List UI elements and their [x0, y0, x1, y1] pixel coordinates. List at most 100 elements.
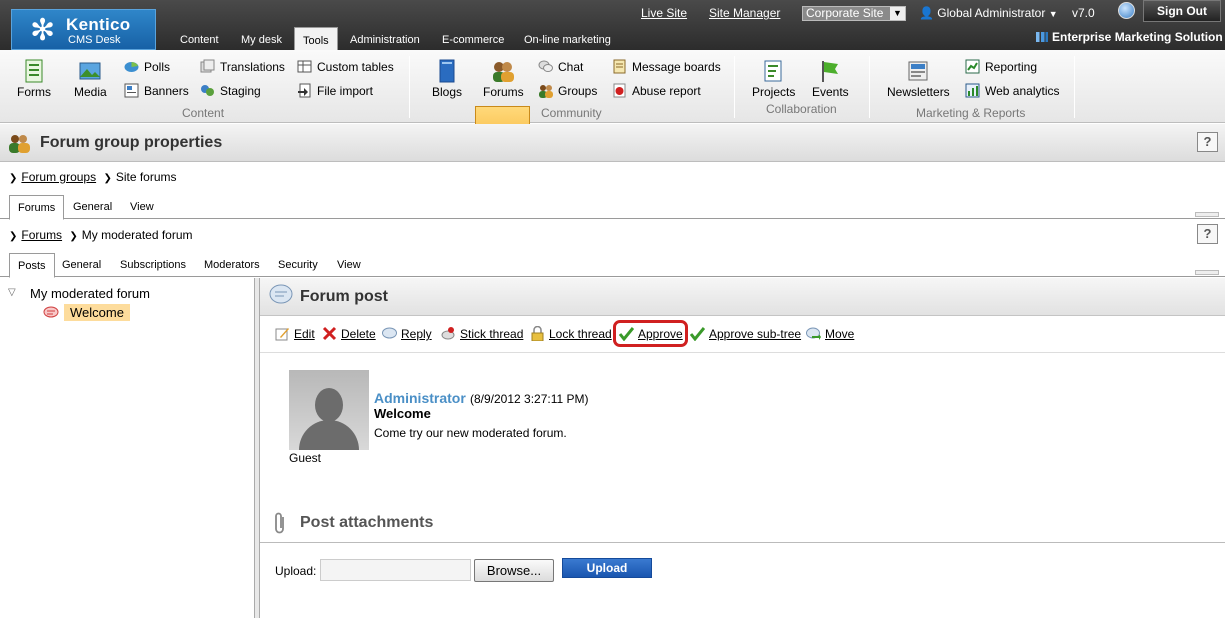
ribbon-label: Banners [144, 84, 189, 98]
collapse-handle[interactable] [1195, 212, 1219, 217]
live-site-link[interactable]: Live Site [641, 6, 687, 20]
chevron-right-icon: ❯ [69, 231, 78, 242]
breadcrumb-forum-groups-link[interactable]: Forum groups [21, 170, 96, 184]
ribbon-label: Media [74, 85, 107, 99]
ribbon-groups-button[interactable]: Groups [538, 82, 597, 100]
tab-posts[interactable]: Posts [9, 253, 55, 278]
ribbon-forms-button[interactable]: Forms [17, 59, 51, 99]
abuse-report-icon [613, 83, 626, 98]
tab-view[interactable]: View [130, 201, 154, 213]
action-label: Lock thread [549, 327, 612, 341]
site-manager-link[interactable]: Site Manager [709, 6, 780, 20]
collapse-handle[interactable] [1195, 270, 1219, 275]
tab-security[interactable]: Security [278, 259, 318, 271]
ribbon-file-import-button[interactable]: File import [297, 82, 373, 100]
logo-product: CMS Desk [68, 34, 121, 46]
ribbon-separator [869, 56, 870, 118]
ribbon-forums-label-wrap[interactable]: Forums [483, 59, 524, 99]
help-button[interactable]: ? [1197, 132, 1218, 152]
tab-subscriptions[interactable]: Subscriptions [120, 259, 186, 271]
ribbon-label: Blogs [432, 85, 463, 99]
ribbon-separator [1074, 56, 1075, 118]
ribbon-polls-button[interactable]: Polls [124, 58, 170, 76]
kentico-flake-icon: ✻ [30, 14, 56, 47]
ribbon-media-button[interactable]: Media [74, 59, 107, 99]
approve-highlight [613, 320, 688, 347]
tab-general[interactable]: General [73, 201, 112, 213]
site-selector[interactable]: Corporate Site ▼ [802, 6, 906, 21]
ribbon-group-collaboration: Collaboration [766, 102, 837, 116]
ribbon-label: Custom tables [317, 60, 394, 74]
ribbon-message-boards-button[interactable]: Message boards [612, 58, 721, 76]
media-icon [79, 62, 101, 80]
main-tab-administration[interactable]: Administration [350, 34, 420, 46]
breadcrumb-forums-link[interactable]: Forums [21, 228, 62, 242]
sign-out-button[interactable]: Sign Out [1143, 0, 1221, 22]
ribbon-newsletters-button[interactable]: Newsletters [887, 59, 950, 99]
page-header: Forum group properties ? [0, 124, 1225, 162]
lock-thread-action[interactable]: Lock thread [530, 326, 612, 341]
main-tab-e-commerce[interactable]: E-commerce [442, 34, 504, 46]
tree-expand-icon[interactable]: ▽ [8, 287, 16, 298]
avatar [289, 370, 369, 450]
action-label: Delete [341, 327, 376, 341]
ribbon-chat-button[interactable]: Chat [538, 58, 583, 76]
move-action[interactable]: Move [806, 326, 854, 341]
tab-forums[interactable]: Forums [9, 195, 65, 220]
lock-icon [531, 326, 544, 341]
action-label: Edit [294, 327, 315, 341]
paperclip-icon [275, 512, 284, 534]
tab-view[interactable]: View [337, 259, 361, 271]
post-icon [43, 306, 59, 318]
chevron-down-icon[interactable]: ▼ [890, 7, 905, 20]
main-tab-online-marketing[interactable]: On-line marketing [524, 34, 611, 46]
edit-action[interactable]: Edit [275, 326, 315, 341]
approve-subtree-action[interactable]: Approve sub-tree [690, 326, 801, 341]
groups-icon [539, 85, 553, 98]
ribbon-events-button[interactable]: Events [812, 59, 849, 99]
ribbon-label: Forums [483, 85, 524, 99]
ribbon-blogs-button[interactable]: Blogs [432, 59, 462, 99]
post-body: Come try our new moderated forum. [374, 426, 567, 440]
chevron-down-icon: ▼ [1048, 9, 1058, 19]
help-button[interactable]: ? [1197, 224, 1218, 244]
translations-icon [200, 59, 215, 73]
ribbon-label: File import [317, 84, 374, 98]
ribbon-banners-button[interactable]: Banners [124, 82, 189, 100]
ribbon-projects-button[interactable]: Projects [752, 59, 795, 99]
main-tab-tools[interactable]: Tools [294, 27, 338, 50]
ribbon-separator [734, 56, 735, 118]
tab-general[interactable]: General [62, 259, 101, 271]
ribbon-staging-button[interactable]: Staging [200, 82, 261, 100]
ribbon-label: Web analytics [985, 84, 1060, 98]
user-menu[interactable]: 👤 Global Administrator ▼ [919, 6, 1058, 20]
upload-button[interactable]: Upload [562, 558, 652, 578]
kentico-logo[interactable]: ✻ Kentico CMS Desk [11, 9, 156, 50]
ribbon-label: Translations [220, 60, 285, 74]
ribbon-group-content: Content [182, 106, 225, 120]
upload-file-input[interactable] [320, 559, 471, 581]
tree-item-welcome[interactable]: Welcome [64, 304, 130, 321]
tree-root[interactable]: My moderated forum [30, 286, 150, 301]
main-tab-content[interactable]: Content [180, 34, 219, 46]
message-boards-icon [613, 59, 626, 74]
forum-group-icon [9, 135, 30, 153]
move-icon [806, 327, 821, 340]
main-tab-my-desk[interactable]: My desk [241, 34, 282, 46]
delete-action[interactable]: Delete [322, 326, 376, 341]
browse-button[interactable]: Browse... [474, 559, 554, 582]
tab-moderators[interactable]: Moderators [204, 259, 260, 271]
logo-brand: Kentico [66, 15, 131, 34]
reply-action[interactable]: Reply [382, 326, 432, 341]
stick-thread-action[interactable]: Stick thread [441, 326, 523, 341]
toolbar-divider [260, 352, 1225, 353]
ribbon-label: Staging [220, 84, 261, 98]
ribbon-translations-button[interactable]: Translations [200, 58, 285, 76]
globe-icon[interactable] [1118, 2, 1135, 19]
attachments-divider [260, 542, 1225, 543]
ribbon-reporting-button[interactable]: Reporting [965, 58, 1037, 76]
ribbon-web-analytics-button[interactable]: Web analytics [965, 82, 1059, 100]
ems-text: Enterprise Marketing Solution [1052, 30, 1223, 44]
ribbon-custom-tables-button[interactable]: Custom tables [297, 58, 394, 76]
ribbon-abuse-report-button[interactable]: Abuse report [612, 82, 701, 100]
